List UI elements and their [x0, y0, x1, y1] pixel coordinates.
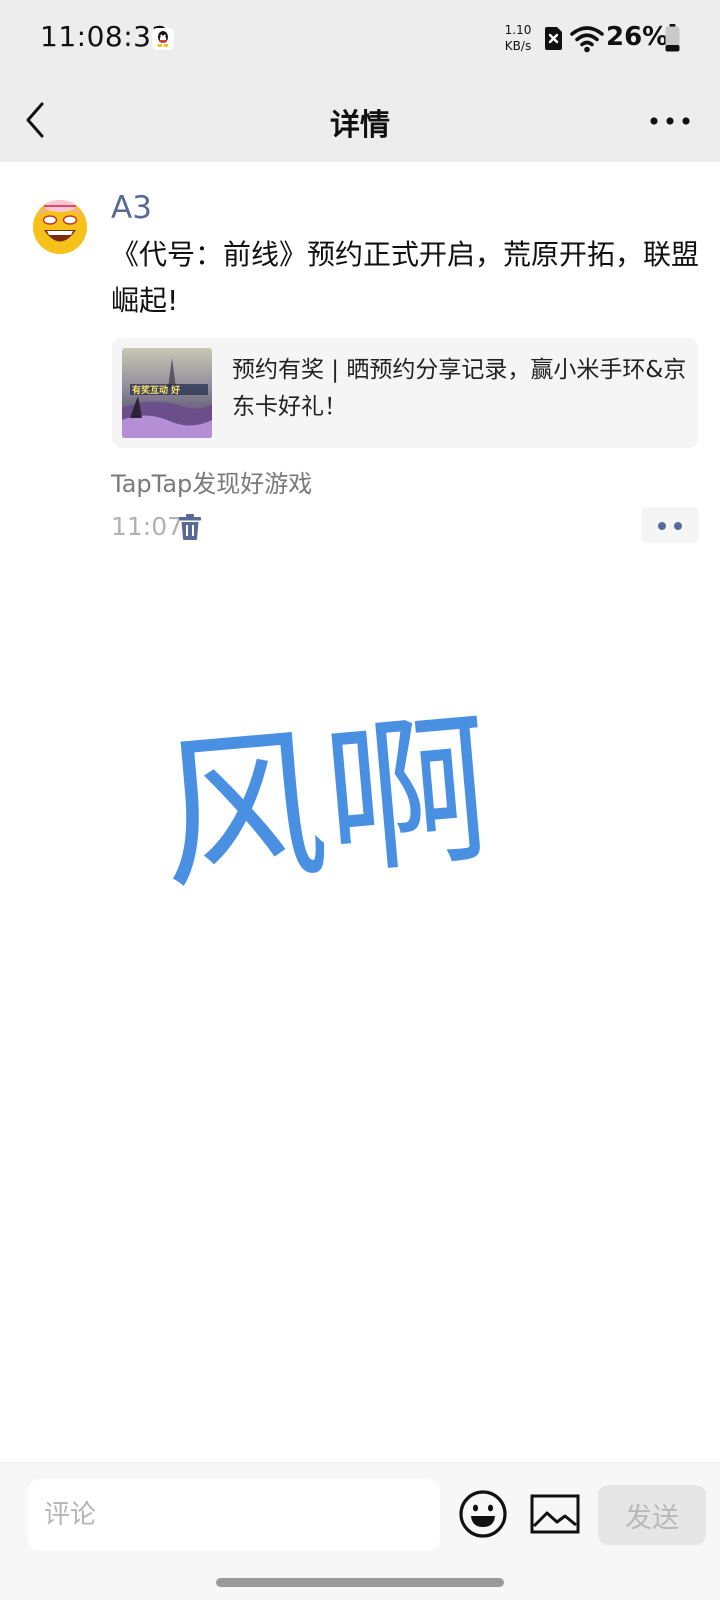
source-label[interactable]: TapTap发现好游戏 [111, 464, 312, 499]
wifi-icon [570, 25, 604, 53]
battery-icon [665, 24, 680, 52]
navigation-header: 详情 [0, 78, 720, 162]
menu-dot-icon [658, 522, 666, 530]
network-speed-unit: KB/s [504, 39, 532, 53]
more-dots-icon [650, 117, 690, 125]
watermark: 风啊 [160, 700, 490, 900]
page-title: 详情 [330, 108, 390, 143]
like-comment-menu-button[interactable] [641, 507, 699, 543]
link-card-title: 预约有奖 | 晒预约分享记录，赢小米手环&京东卡好礼！ [232, 357, 687, 420]
status-time: 11:08:32 [40, 20, 170, 53]
delete-icon[interactable] [178, 513, 202, 541]
send-button[interactable]: 发送 [598, 1485, 706, 1545]
menu-dot-icon [674, 522, 682, 530]
network-speed: 1.10 KB/s [500, 22, 536, 54]
image-button[interactable] [530, 1493, 580, 1535]
network-speed-value: 1.10 [504, 23, 532, 37]
status-bar: 11:08:32 1.10 KB/s 26% [0, 0, 720, 78]
qq-notification-icon [152, 28, 174, 50]
more-options-button[interactable] [645, 104, 695, 138]
link-card[interactable]: 有奖互动 好 预约有奖 | 晒预约分享记录，赢小米手环&京东卡好礼！ [112, 338, 698, 448]
battery-percent: 26% [606, 22, 669, 52]
avatar[interactable] [30, 195, 90, 255]
post-time: 11:07 [111, 512, 184, 541]
home-indicator[interactable] [216, 1578, 504, 1587]
emoji-button[interactable] [458, 1489, 508, 1539]
thumb-caption: 有奖互动 好 [132, 384, 180, 396]
image-icon [530, 1494, 580, 1534]
comment-input[interactable] [28, 1479, 440, 1551]
author-name[interactable]: A3 [111, 190, 152, 226]
post-text: 《代号：前线》预约正式开启，荒原开拓，联盟崛起! [111, 238, 700, 317]
no-sim-icon [543, 26, 564, 51]
watermark-text: 风啊 [160, 700, 490, 900]
smiley-icon [459, 1490, 507, 1538]
link-thumbnail: 有奖互动 好 [122, 348, 212, 438]
detail-screen: 11:08:32 1.10 KB/s 26% 详情 A3 《代号：前线》预约正式… [0, 0, 720, 1600]
